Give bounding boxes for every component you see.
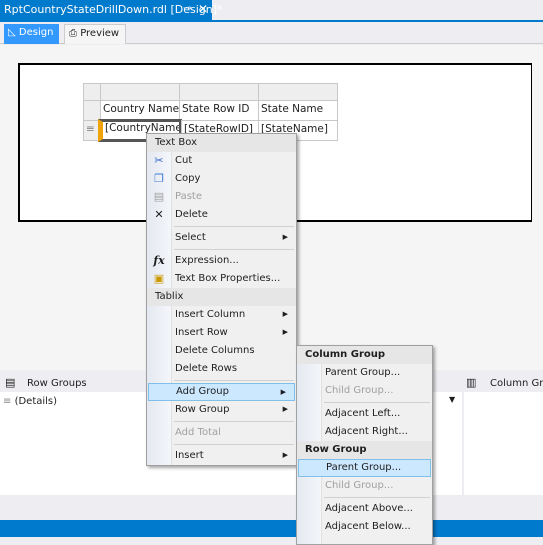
details-icon: ≡ xyxy=(3,396,15,407)
submenu-arrow-icon: ▶ xyxy=(280,388,286,396)
submenu-arrow-icon: ▶ xyxy=(282,328,288,336)
menu-item-add-group[interactable]: Add Group ▶ xyxy=(148,383,295,401)
menu-item-adjacent-left[interactable]: Adjacent Left... xyxy=(297,405,432,423)
menu-item-select[interactable]: Select ▶ xyxy=(147,229,296,247)
dropdown-arrow-icon[interactable]: ▼ xyxy=(449,395,455,404)
column-groups-label: Column Gro xyxy=(490,378,543,389)
context-menu: Text Box ✂ Cut ❐ Copy ▤ Paste ✕ Delete Selec… xyxy=(146,133,297,466)
menu-item-insert[interactable]: Insert ▶ xyxy=(147,447,296,465)
column-handle[interactable] xyxy=(179,83,259,101)
menu-item-insert-row[interactable]: Insert Row ▶ xyxy=(147,324,296,342)
menu-item-delete[interactable]: ✕ Delete xyxy=(147,206,296,224)
document-tab[interactable]: RptCountryStateDrillDown.rdl [Design]* ⊸… xyxy=(0,0,223,20)
menu-item-insert-column[interactable]: Insert Column ▶ xyxy=(147,306,296,324)
row-groups-label: Row Groups xyxy=(27,378,87,389)
menu-item-row-group[interactable]: Row Group ▶ xyxy=(147,401,296,419)
submenu-section-row-group: Row Group xyxy=(297,441,432,459)
group-item-details[interactable]: ≡ (Details) xyxy=(3,396,57,407)
menu-section-text-box: Text Box xyxy=(147,134,296,152)
submenu-arrow-icon: ▶ xyxy=(282,233,288,241)
pin-icon[interactable]: ⊸ xyxy=(183,3,191,14)
menu-item-add-total: Add Total xyxy=(175,427,221,438)
status-bar xyxy=(0,520,543,537)
menu-item-row-child-group: Child Group... xyxy=(325,480,394,491)
menu-item-paste: ▤ Paste xyxy=(153,190,202,203)
header-cell[interactable]: Country Name xyxy=(100,100,180,121)
close-icon[interactable]: ✕ xyxy=(198,2,208,16)
submenu-arrow-icon: ▶ xyxy=(282,310,288,318)
tab-design-label: Design xyxy=(18,27,54,38)
menu-item-copy[interactable]: ❐ Copy xyxy=(147,170,296,188)
paste-icon: ▤ xyxy=(153,190,165,203)
submenu-section-column-group: Column Group xyxy=(297,346,432,364)
menu-item-adjacent-below[interactable]: Adjacent Below... xyxy=(297,518,432,536)
menu-item-cut[interactable]: ✂ Cut xyxy=(147,152,296,170)
copy-icon: ❐ xyxy=(154,172,164,185)
row-handle[interactable] xyxy=(83,100,101,121)
header-cell[interactable]: State Name xyxy=(258,100,338,121)
preview-icon: ⎙ xyxy=(69,28,81,39)
menu-section-tablix: Tablix xyxy=(147,288,296,306)
menu-item-text-box-properties[interactable]: ▣ Text Box Properties... xyxy=(147,270,296,288)
delete-x-icon: ✕ xyxy=(154,208,164,221)
tab-preview-label: Preview xyxy=(80,28,120,39)
menu-item-column-child-group: Child Group... xyxy=(325,385,394,396)
menu-item-delete-rows[interactable]: Delete Rows xyxy=(147,360,296,378)
tablix-corner-handle[interactable] xyxy=(83,83,101,101)
menu-item-delete-columns[interactable]: Delete Columns xyxy=(147,342,296,360)
fx-icon: fx xyxy=(153,254,165,267)
properties-icon: ▣ xyxy=(153,272,165,285)
column-groups-list xyxy=(464,392,543,495)
menu-item-column-parent-group[interactable]: Parent Group... xyxy=(297,364,432,382)
menu-item-adjacent-right[interactable]: Adjacent Right... xyxy=(297,423,432,441)
submenu-arrow-icon: ▶ xyxy=(282,405,288,413)
menu-item-expression[interactable]: fx Expression... xyxy=(147,252,296,270)
header-cell[interactable]: State Row ID xyxy=(179,100,259,121)
submenu-arrow-icon: ▶ xyxy=(282,451,288,459)
tab-preview[interactable]: ⎙ Preview xyxy=(64,24,127,44)
group-item-label: (Details) xyxy=(14,396,58,407)
scissors-icon: ✂ xyxy=(154,154,164,167)
tab-design[interactable]: ◺ Design xyxy=(4,24,60,44)
column-groups-icon: ▥ xyxy=(466,376,477,389)
row-groups-icon: ▤ xyxy=(5,376,16,389)
column-handle[interactable] xyxy=(258,83,338,101)
menu-item-adjacent-above[interactable]: Adjacent Above... xyxy=(297,500,432,518)
design-icon: ◺ xyxy=(8,27,19,38)
column-handle[interactable] xyxy=(100,83,180,101)
menu-item-row-parent-group[interactable]: Parent Group... xyxy=(298,459,431,477)
add-group-submenu: Column Group Parent Group... Child Group… xyxy=(296,345,433,545)
